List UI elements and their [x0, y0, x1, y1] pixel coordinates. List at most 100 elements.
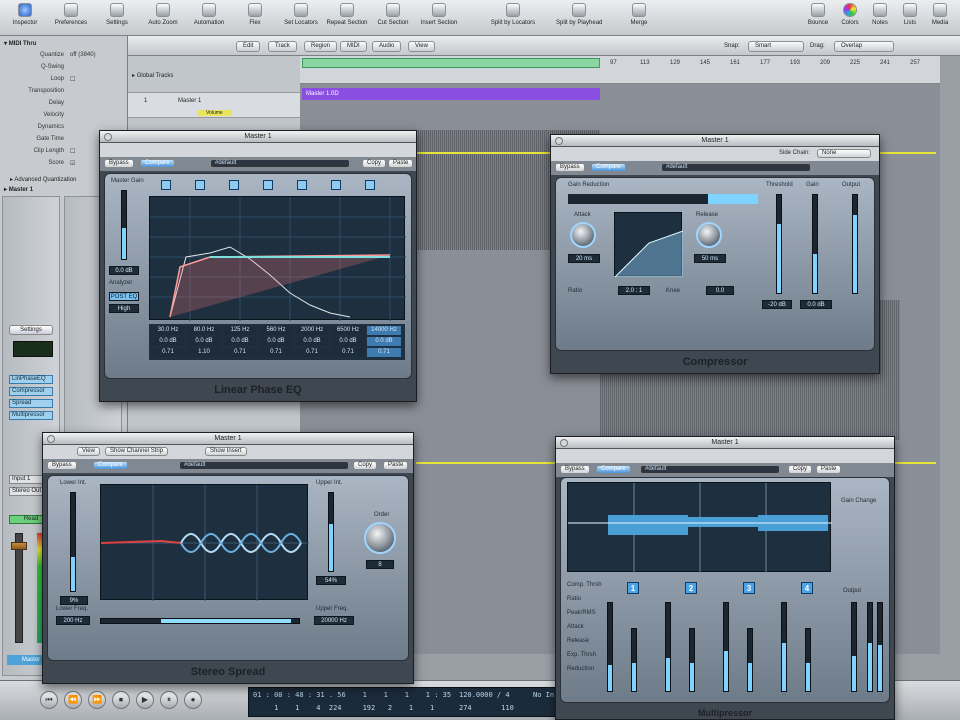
resolution-menu[interactable]: High: [109, 304, 139, 313]
eq-band-gain[interactable]: 0.0 dB: [187, 337, 221, 346]
menu-view[interactable]: View: [408, 41, 435, 52]
param-row[interactable]: Q-Swing: [4, 64, 124, 72]
preset-menu[interactable]: #default: [661, 163, 811, 172]
eq-band-freq[interactable]: 2000 Hz: [295, 326, 329, 335]
knee-value[interactable]: 0.0: [706, 286, 734, 295]
lower-int-value[interactable]: 9%: [60, 596, 88, 605]
bypass-button[interactable]: Bypass: [47, 461, 77, 470]
toolbar-button-automation[interactable]: Automation: [186, 3, 232, 34]
eq-band-toggle[interactable]: [297, 180, 307, 190]
toolbar-button-cut-section[interactable]: Cut Section: [370, 3, 416, 34]
eq-band-gain[interactable]: 0.0 dB: [367, 337, 401, 346]
stop-button[interactable]: ⏹: [112, 691, 130, 709]
plugin-title-bar[interactable]: Master 1: [551, 135, 879, 147]
band-number-button[interactable]: 1: [627, 582, 639, 594]
param-row[interactable]: Loop ☐: [4, 76, 124, 84]
menu-midi[interactable]: MIDI: [340, 41, 367, 52]
show-channel-strip-button[interactable]: Show Channel Strip: [105, 447, 169, 456]
order-value[interactable]: 8: [366, 560, 394, 569]
toolbar-button-media[interactable]: Media: [922, 3, 958, 34]
toolbar-button-split-by-playhead[interactable]: Split by Playhead: [556, 3, 602, 34]
order-knob[interactable]: [364, 522, 396, 554]
insert-slot[interactable]: Spread: [9, 399, 53, 408]
plugin-title-bar[interactable]: Master 1: [100, 131, 416, 143]
copy-button[interactable]: Copy: [362, 159, 387, 168]
volume-fader[interactable]: [11, 533, 27, 643]
audio-region-header[interactable]: Master 1.0D: [302, 88, 600, 100]
bypass-button[interactable]: Bypass: [560, 465, 590, 474]
global-tracks-header[interactable]: ▸ Global Tracks: [132, 72, 173, 79]
band-graph[interactable]: [567, 482, 832, 573]
show-insert-button[interactable]: Show Insert: [205, 447, 247, 456]
eq-band-gain[interactable]: 0.0 dB: [223, 337, 257, 346]
master-gain-slider[interactable]: [121, 190, 127, 260]
release-value[interactable]: 50 ms: [694, 254, 726, 263]
lower-freq-value[interactable]: 200 Hz: [56, 616, 90, 625]
copy-button[interactable]: Copy: [353, 461, 378, 470]
close-icon[interactable]: [560, 439, 568, 447]
band-number-button[interactable]: 4: [801, 582, 813, 594]
band-number-button[interactable]: 2: [685, 582, 697, 594]
eq-band-freq[interactable]: 6500 Hz: [331, 326, 365, 335]
param-value[interactable]: ☐: [70, 148, 75, 155]
track-header-row[interactable]: 1 Master 1 Volume: [128, 92, 300, 118]
param-row[interactable]: Transposition: [4, 88, 124, 96]
paste-button[interactable]: Paste: [388, 159, 414, 168]
eq-band-toggle[interactable]: [365, 180, 375, 190]
eq-band-q[interactable]: 0.71: [259, 348, 293, 357]
post-eq-button[interactable]: POST EQ: [109, 292, 139, 301]
compare-button[interactable]: Compare: [140, 159, 175, 168]
param-row[interactable]: Delay: [4, 100, 124, 108]
menu-track[interactable]: Track: [268, 41, 297, 52]
master-gain-value[interactable]: 0.0 dB: [109, 266, 139, 275]
gain-value[interactable]: 0.0 dB: [800, 300, 832, 309]
fast-forward-button[interactable]: ⏩: [88, 691, 106, 709]
eq-thumbnail[interactable]: [13, 341, 53, 357]
toolbar-button-preferences[interactable]: Preferences: [48, 3, 94, 34]
eq-band-gain[interactable]: 0.0 dB: [259, 337, 293, 346]
eq-band-toggle[interactable]: [263, 180, 273, 190]
eq-band-q[interactable]: 0.71: [295, 348, 329, 357]
side-chain-menu[interactable]: None: [817, 149, 871, 158]
compare-button[interactable]: Compare: [596, 465, 631, 474]
eq-band-freq[interactable]: 30.0 Hz: [151, 326, 185, 335]
eq-band-toggle[interactable]: [161, 180, 171, 190]
compare-button[interactable]: Compare: [93, 461, 128, 470]
band-compression-slider[interactable]: [665, 602, 671, 692]
close-icon[interactable]: [47, 435, 55, 443]
toolbar-button-bounce[interactable]: Bounce: [800, 3, 836, 34]
preset-menu[interactable]: #default: [179, 461, 349, 470]
preset-menu[interactable]: #default: [210, 159, 350, 168]
view-menu[interactable]: View: [77, 447, 100, 456]
compression-curve[interactable]: [614, 212, 684, 278]
copy-button[interactable]: Copy: [788, 465, 813, 474]
param-value[interactable]: off (3840): [70, 52, 96, 58]
paste-button[interactable]: Paste: [816, 465, 842, 474]
output-slider[interactable]: [851, 602, 857, 692]
compare-button[interactable]: Compare: [591, 163, 626, 172]
track-name[interactable]: Master 1: [178, 98, 201, 104]
toolbar-button-insert-section[interactable]: Insert Section: [416, 3, 462, 34]
toolbar-button-auto-zoom[interactable]: Auto Zoom: [140, 3, 186, 34]
eq-band-gain[interactable]: 0.0 dB: [151, 337, 185, 346]
drag-menu[interactable]: Overlap: [834, 41, 894, 52]
eq-band-toggle[interactable]: [195, 180, 205, 190]
record-button[interactable]: ●: [184, 691, 202, 709]
toolbar-button-set-locators[interactable]: Set Locators: [278, 3, 324, 34]
menu-region[interactable]: Region: [304, 41, 338, 52]
eq-band-toggle[interactable]: [229, 180, 239, 190]
insert-slot[interactable]: Multipressor: [9, 411, 53, 420]
threshold-slider[interactable]: [776, 194, 782, 294]
eq-band-freq[interactable]: 125 Hz: [223, 326, 257, 335]
snap-menu[interactable]: Smart: [748, 41, 804, 52]
band-number-button[interactable]: 3: [743, 582, 755, 594]
toolbar-button-flex[interactable]: Flex: [232, 3, 278, 34]
toolbar-button-settings[interactable]: Settings: [94, 3, 140, 34]
play-button[interactable]: ▶: [136, 691, 154, 709]
eq-band-q[interactable]: 0.71: [331, 348, 365, 357]
param-row[interactable]: Quantize off (3840): [4, 52, 124, 60]
eq-band-q[interactable]: 0.71: [151, 348, 185, 357]
param-value[interactable]: ☐: [70, 76, 75, 83]
lower-int-slider[interactable]: [70, 492, 76, 592]
eq-band-q[interactable]: 0.71: [223, 348, 257, 357]
